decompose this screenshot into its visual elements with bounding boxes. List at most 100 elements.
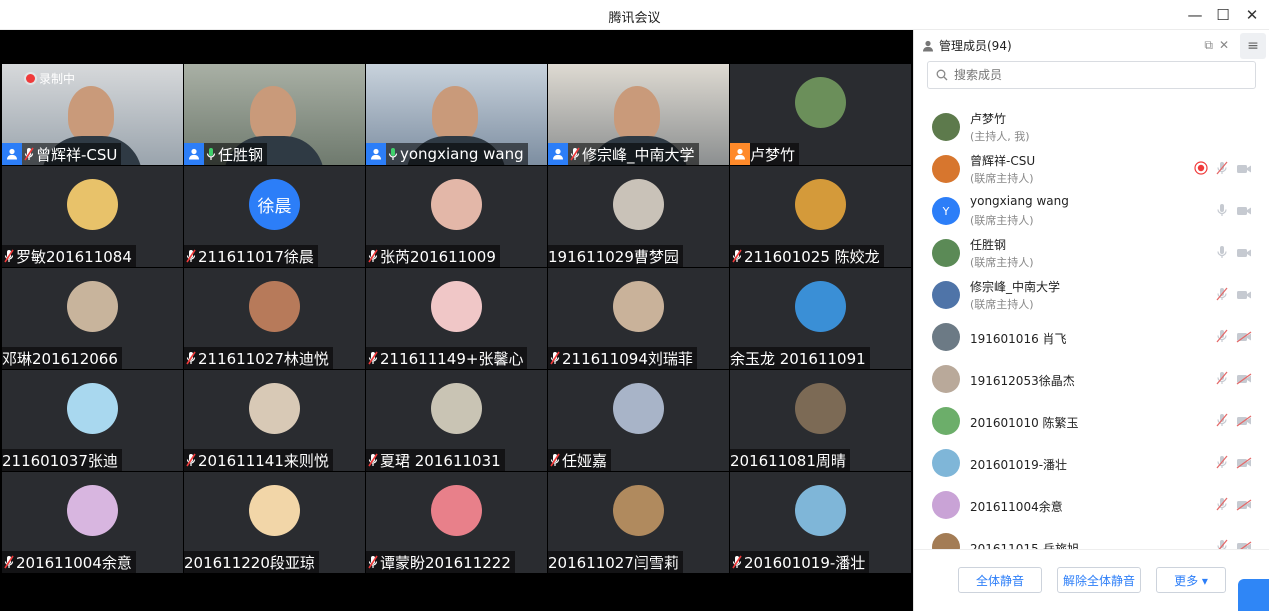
member-row[interactable]: 卢梦竹 (主持人, 我)	[914, 106, 1269, 148]
mic-muted-icon	[184, 347, 198, 369]
camera-off-icon[interactable]	[1236, 496, 1252, 515]
mic-icon[interactable]	[1216, 202, 1228, 221]
camera-icon[interactable]	[1236, 160, 1252, 179]
app-corner-icon[interactable]	[1238, 579, 1269, 611]
avatar	[67, 281, 118, 332]
participant-tile[interactable]: 201611081周晴	[730, 370, 911, 471]
mic-muted-icon[interactable]	[1216, 496, 1228, 515]
participant-name: 谭蒙盼201611222	[380, 553, 511, 572]
participant-tile[interactable]: 211611094刘瑞菲	[548, 268, 729, 369]
participant-tile[interactable]: 任娅嘉	[548, 370, 729, 471]
participant-tile[interactable]: 201601019-潘壮	[730, 472, 911, 573]
member-search[interactable]	[927, 61, 1256, 89]
mic-muted-icon	[730, 245, 744, 267]
mic-muted-icon[interactable]	[1216, 538, 1228, 549]
participant-tile[interactable]: 211611027林迪悦	[184, 268, 365, 369]
participant-label: 修宗峰_中南大学	[548, 143, 699, 165]
member-row[interactable]: 191601016 肖飞	[914, 316, 1269, 358]
cohost-badge-icon	[2, 143, 22, 165]
recording-indicator: 录制中	[26, 70, 75, 87]
participant-label: yongxiang wang	[366, 143, 528, 165]
unmute-all-button[interactable]: 解除全体静音	[1057, 567, 1141, 593]
participant-tile[interactable]: 张芮201611009	[366, 166, 547, 267]
mic-muted-icon[interactable]	[1216, 412, 1228, 431]
participant-tile[interactable]: 211601037张迪	[2, 370, 183, 471]
search-icon	[936, 69, 948, 81]
cohost-badge-icon	[184, 143, 204, 165]
participant-name: 罗敏201611084	[16, 247, 132, 266]
camera-off-icon[interactable]	[1236, 538, 1252, 549]
participant-tile[interactable]: 211611149+张馨心	[366, 268, 547, 369]
search-input[interactable]	[954, 68, 1234, 82]
participant-tile[interactable]: 191611029曹梦园	[548, 166, 729, 267]
participant-tile[interactable]: 谭蒙盼201611222	[366, 472, 547, 573]
participant-tile[interactable]: 修宗峰_中南大学	[548, 64, 729, 165]
participant-tile[interactable]: 211601025 陈姣龙	[730, 166, 911, 267]
mute-all-button[interactable]: 全体静音	[958, 567, 1042, 593]
participant-tile[interactable]: 201611220段亚琼	[184, 472, 365, 573]
member-row[interactable]: 任胜钢 (联席主持人)	[914, 232, 1269, 274]
participant-tile[interactable]: 徐晨 211611017徐晨	[184, 166, 365, 267]
camera-icon[interactable]	[1236, 286, 1252, 305]
member-controls	[1216, 496, 1252, 515]
mic-muted-icon[interactable]	[1216, 454, 1228, 473]
participant-tile[interactable]: 卢梦竹	[730, 64, 911, 165]
member-row[interactable]: Yyongxiang wang (联席主持人)	[914, 190, 1269, 232]
cohost-badge-icon	[366, 143, 386, 165]
member-row[interactable]: 修宗峰_中南大学 (联席主持人)	[914, 274, 1269, 316]
participant-tile[interactable]: 录制中 曾辉祥-CSU	[2, 64, 183, 165]
camera-off-icon[interactable]	[1236, 412, 1252, 431]
popout-icon[interactable]: ⧉	[1204, 38, 1213, 53]
participant-tile[interactable]: 201611141来则悦	[184, 370, 365, 471]
participant-tile[interactable]: 余玉龙 201611091	[730, 268, 911, 369]
participant-tile[interactable]: 201611004余意	[2, 472, 183, 573]
panel-title: 管理成员(94)	[939, 39, 1012, 53]
member-row[interactable]: 曾辉祥-CSU (联席主持人)	[914, 148, 1269, 190]
participant-label: 191611029曹梦园	[548, 245, 683, 267]
member-row[interactable]: 191612053徐晶杰	[914, 358, 1269, 400]
member-name: 201611004余意	[970, 500, 1063, 514]
participant-tile[interactable]: 夏珺 201611031	[366, 370, 547, 471]
mic-muted-icon[interactable]	[1216, 160, 1228, 179]
member-controls	[1216, 328, 1252, 347]
member-row[interactable]: 201601010 陈繁玉	[914, 400, 1269, 442]
panel-menu-button[interactable]: ≡	[1240, 33, 1266, 59]
participant-tile[interactable]: 邓琳201612066	[2, 268, 183, 369]
mic-muted-icon	[548, 449, 562, 471]
avatar	[795, 179, 846, 230]
member-name: 曾辉祥-CSU	[970, 154, 1036, 168]
minimize-button[interactable]: —	[1184, 4, 1206, 26]
member-row[interactable]: 201611004余意	[914, 484, 1269, 526]
participant-tile[interactable]: 任胜钢	[184, 64, 365, 165]
member-row[interactable]: 201601019-潘壮	[914, 442, 1269, 484]
member-avatar	[932, 407, 960, 435]
mic-muted-icon[interactable]	[1216, 286, 1228, 305]
participant-tile[interactable]: 罗敏201611084	[2, 166, 183, 267]
mic-muted-icon[interactable]	[1216, 370, 1228, 389]
camera-off-icon[interactable]	[1236, 328, 1252, 347]
participant-name: 邓琳201612066	[2, 349, 118, 368]
mic-muted-icon	[2, 551, 16, 573]
close-panel-icon[interactable]: ✕	[1219, 38, 1229, 53]
participant-name: 201601019-潘壮	[744, 553, 866, 572]
camera-icon[interactable]	[1236, 202, 1252, 221]
camera-icon[interactable]	[1236, 244, 1252, 263]
maximize-button[interactable]: ☐	[1212, 4, 1234, 26]
camera-off-icon[interactable]	[1236, 370, 1252, 389]
record-icon[interactable]	[1194, 160, 1208, 179]
member-row[interactable]: 201611015-岳旅旭	[914, 526, 1269, 549]
avatar: 徐晨	[249, 179, 300, 230]
participant-tile[interactable]: yongxiang wang	[366, 64, 547, 165]
member-avatar	[932, 113, 960, 141]
mic-icon[interactable]	[1216, 244, 1228, 263]
member-list[interactable]: 卢梦竹 (主持人, 我) 曾辉祥-CSU (联席主持人) Yyongxiang wang…	[914, 106, 1269, 549]
mic-muted-icon[interactable]	[1216, 328, 1228, 347]
more-button[interactable]: 更多 ▾	[1156, 567, 1226, 593]
close-button[interactable]: ✕	[1241, 4, 1263, 26]
member-controls	[1216, 202, 1252, 221]
participant-grid: 录制中 曾辉祥-CSU 任胜钢 yongxiang wang 修宗峰_中南大学 卢梦竹罗敏…	[2, 64, 913, 574]
camera-off-icon[interactable]	[1236, 454, 1252, 473]
participant-name: 201611220段亚琼	[184, 553, 315, 572]
participant-label: 邓琳201612066	[2, 347, 122, 369]
participant-tile[interactable]: 201611027闫雪莉	[548, 472, 729, 573]
